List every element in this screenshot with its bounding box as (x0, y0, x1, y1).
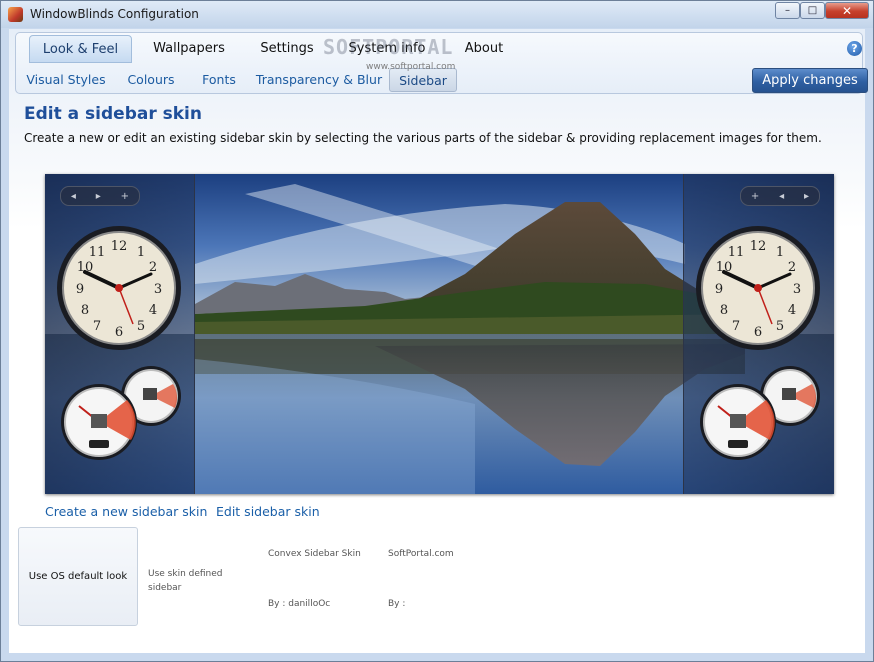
edit-sidebar-skin-link[interactable]: Edit sidebar skin (216, 504, 320, 519)
sidebar-right[interactable]: + ◂ ▸ 12 1 2 345 678 9 10 11 (683, 174, 834, 494)
close-button[interactable]: ✕ (825, 2, 869, 19)
svg-text:11: 11 (728, 245, 745, 260)
svg-text:12: 12 (750, 239, 767, 254)
svg-text:9: 9 (76, 282, 84, 297)
svg-text:3: 3 (154, 282, 162, 297)
svg-text:6: 6 (754, 325, 762, 340)
next-arrow-icon[interactable]: ▸ (96, 191, 101, 202)
skin-author-convex: By : danilloOc (268, 599, 331, 609)
prev-arrow-icon[interactable]: ◂ (71, 191, 76, 202)
subtab-colours[interactable]: Colours (122, 68, 180, 90)
maximize-button[interactable]: □ (800, 2, 825, 19)
tab-look-and-feel[interactable]: Look & Feel (29, 35, 132, 63)
title-bar[interactable]: WindowBlinds Configuration – □ ✕ (1, 1, 873, 28)
clock-gadget-icon[interactable]: 12 12 345 678 91011 (55, 224, 185, 352)
svg-text:2: 2 (788, 260, 796, 275)
cpu-meter-gadget-icon[interactable] (694, 362, 822, 462)
svg-text:4: 4 (788, 303, 796, 318)
svg-text:1: 1 (137, 245, 145, 260)
add-gadget-icon[interactable]: + (751, 191, 759, 202)
svg-text:3: 3 (793, 282, 801, 297)
main-window: WindowBlinds Configuration – □ ✕ Look & … (0, 0, 874, 662)
clock-gadget-icon[interactable]: 12 12 345 678 91011 (694, 224, 824, 352)
window-title: WindowBlinds Configuration (30, 7, 199, 21)
svg-text:6: 6 (115, 325, 123, 340)
sidebar-preview[interactable]: ◂ ▸ + 12 1 2 345 678 9 10 11 + ◂ ▸ 12 1 … (45, 174, 834, 494)
svg-text:12: 12 (111, 239, 128, 254)
svg-text:8: 8 (81, 303, 89, 318)
watermark-logo: SOFTPORTAL (323, 35, 454, 59)
sidebar-left[interactable]: ◂ ▸ + 12 1 2 345 678 9 10 11 (45, 174, 195, 494)
subtab-visual-styles[interactable]: Visual Styles (24, 68, 108, 90)
svg-text:7: 7 (732, 319, 740, 334)
skin-card-os-default[interactable]: Use OS default look (18, 527, 138, 626)
help-icon[interactable]: ? (847, 41, 862, 56)
tab-settings[interactable]: Settings (252, 35, 322, 61)
apply-changes-button[interactable]: Apply changes (752, 68, 868, 93)
client-area: Look & Feel Wallpapers Settings System i… (9, 29, 868, 653)
skin-option-skin-defined[interactable]: Use skin defined sidebar (148, 567, 238, 595)
subtab-transparency-blur[interactable]: Transparency & Blur (254, 68, 384, 90)
create-sidebar-skin-link[interactable]: Create a new sidebar skin (45, 504, 207, 519)
svg-text:9: 9 (715, 282, 723, 297)
sidebar-right-toolbar[interactable]: + ◂ ▸ (740, 186, 820, 206)
tab-wallpapers[interactable]: Wallpapers (142, 35, 236, 61)
page-title: Edit a sidebar skin (24, 104, 202, 124)
svg-text:2: 2 (149, 260, 157, 275)
next-arrow-icon[interactable]: ▸ (804, 191, 809, 202)
prev-arrow-icon[interactable]: ◂ (779, 191, 784, 202)
page-description: Create a new or edit an existing sidebar… (24, 131, 822, 145)
skin-name-convex[interactable]: Convex Sidebar Skin (268, 547, 361, 561)
svg-text:11: 11 (89, 245, 106, 260)
svg-text:8: 8 (720, 303, 728, 318)
skin-author-softportal: By : (388, 599, 406, 609)
watermark-url: www.softportal.com (366, 62, 456, 72)
svg-text:5: 5 (137, 319, 145, 334)
tab-about[interactable]: About (454, 35, 514, 61)
svg-text:7: 7 (93, 319, 101, 334)
app-icon (8, 7, 23, 22)
svg-text:5: 5 (776, 319, 784, 334)
minimize-button[interactable]: – (775, 2, 800, 19)
cpu-meter-gadget-icon[interactable] (55, 362, 183, 462)
skin-name-softportal[interactable]: SoftPortal.com (388, 547, 454, 561)
subtab-fonts[interactable]: Fonts (196, 68, 242, 90)
sidebar-left-toolbar[interactable]: ◂ ▸ + (60, 186, 140, 206)
add-gadget-icon[interactable]: + (121, 191, 129, 202)
svg-text:4: 4 (149, 303, 157, 318)
svg-text:1: 1 (776, 245, 784, 260)
